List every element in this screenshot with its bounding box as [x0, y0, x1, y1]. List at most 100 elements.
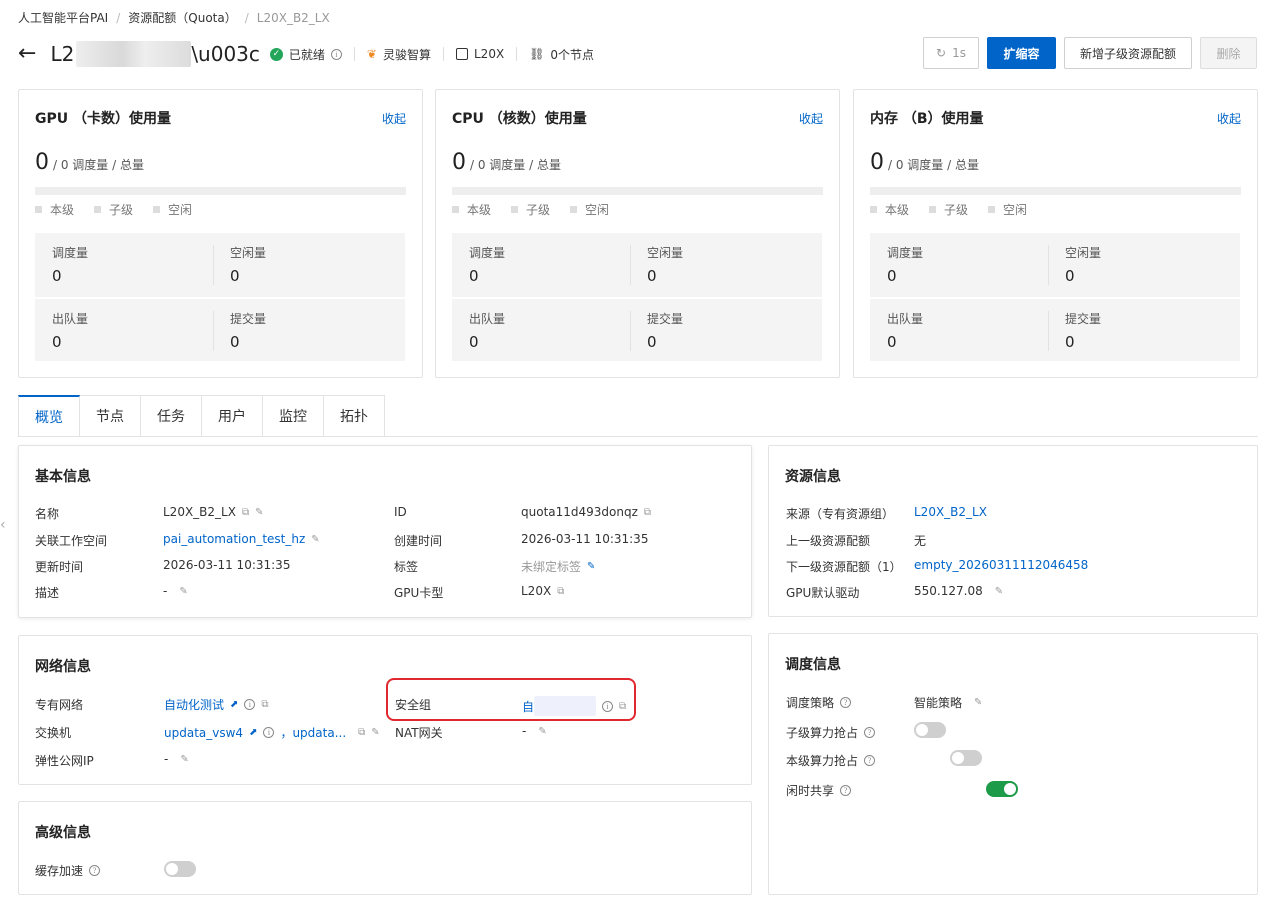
- stat-value: 0: [230, 333, 240, 351]
- nat-value: - ✎: [522, 724, 547, 738]
- field-label: 缓存加速: [35, 864, 84, 878]
- resource-info-card: 资源信息 来源（专有资源组） L20X_B2_LX 上一级资源配额 无 下一级资…: [768, 445, 1258, 617]
- refresh-button[interactable]: ↻ 1s: [923, 37, 979, 69]
- field-label: 交换机: [35, 726, 72, 740]
- node-link-icon: ⛓: [529, 47, 545, 61]
- help-icon[interactable]: ?: [89, 865, 101, 876]
- title-bar: ← L2 \u003c ✓ 已就绪 i ❦ 灵骏智算 L20X ⛓ 0个节点: [18, 40, 594, 68]
- edit-icon[interactable]: ✎: [538, 726, 546, 737]
- stat-cell: 调度量 0: [870, 233, 1048, 297]
- help-icon[interactable]: ?: [840, 785, 852, 796]
- redacted-title: [76, 41, 192, 67]
- external-link-icon[interactable]: ⬈: [249, 727, 257, 738]
- field-label: 闲时共享: [786, 784, 835, 798]
- tab-nodes[interactable]: 节点: [80, 395, 141, 437]
- tab-monitor[interactable]: 监控: [263, 395, 324, 437]
- usage-card-title: 内存 （B）使用量: [870, 111, 984, 127]
- usage-card: 内存 （B）使用量 收起 0 / 0 调度量 / 总量 本级 子级 空闲 调度量…: [853, 89, 1258, 378]
- section-title: 资源信息: [785, 469, 841, 485]
- copy-icon[interactable]: ⧉: [644, 507, 651, 518]
- tab-tasks[interactable]: 任务: [141, 395, 202, 437]
- breadcrumb-separator: /: [244, 10, 249, 25]
- page-title: L2: [50, 42, 75, 66]
- edit-icon[interactable]: ✎: [255, 507, 263, 518]
- copy-icon[interactable]: ⧉: [242, 507, 249, 518]
- tab-topology[interactable]: 拓扑: [324, 395, 385, 437]
- copy-icon[interactable]: ⧉: [358, 727, 365, 738]
- vswitch-link[interactable]: updata_vsw4: [164, 726, 243, 740]
- usage-value: 0: [452, 150, 466, 175]
- breadcrumb-pai[interactable]: 人工智能平台PAI: [18, 9, 108, 26]
- delete-button[interactable]: 删除: [1200, 37, 1257, 69]
- network-info-card: 网络信息 专有网络 自动化测试 ⬈ i ⧉ 交换机 updata_vsw4 ⬈ …: [18, 635, 752, 785]
- field-label: ID: [394, 505, 407, 519]
- stat-grid: 调度量 0 空闲量 0 出队量 0 提交量 0: [452, 233, 822, 361]
- edit-icon[interactable]: ✎: [180, 754, 188, 765]
- tab-bar: 概览 节点 任务 用户 监控 拓扑: [18, 395, 385, 437]
- edit-icon[interactable]: ✎: [311, 534, 319, 545]
- back-arrow-icon[interactable]: ←: [18, 43, 36, 65]
- stat-cell: 提交量 0: [630, 299, 808, 363]
- help-icon[interactable]: ?: [864, 727, 876, 738]
- tab-users[interactable]: 用户: [202, 395, 263, 437]
- name-value: L20X_B2_LX ⧉ ✎: [163, 505, 263, 519]
- edit-icon[interactable]: ✎: [587, 561, 595, 572]
- collapse-link[interactable]: 收起: [382, 110, 406, 127]
- nat-text: -: [522, 724, 527, 738]
- scale-button[interactable]: 扩缩容: [987, 37, 1056, 69]
- copy-icon[interactable]: ⧉: [261, 699, 268, 710]
- info-icon[interactable]: i: [244, 699, 256, 710]
- usage-summary: 0 / 0 调度量 / 总量: [35, 150, 144, 175]
- gpu-type-label: L20X: [474, 47, 505, 61]
- usage-bar: [870, 187, 1241, 195]
- cache-label: 缓存加速 ?: [35, 862, 101, 879]
- cache-toggle[interactable]: [164, 861, 196, 877]
- field-label: 关联工作空间: [35, 534, 108, 548]
- usage-subtext: / 0 调度量 / 总量: [53, 158, 144, 172]
- child-quota-link[interactable]: empty_20260311112046458: [914, 558, 1088, 572]
- info-icon[interactable]: i: [263, 727, 275, 738]
- help-icon[interactable]: ?: [864, 755, 876, 766]
- child-preempt-toggle[interactable]: [914, 722, 946, 738]
- stat-value: 0: [887, 333, 897, 351]
- info-icon[interactable]: i: [330, 48, 342, 60]
- stat-value: 0: [469, 267, 479, 285]
- divider: [353, 47, 355, 61]
- stat-label: 调度量: [469, 246, 506, 260]
- field-label: 子级算力抢占: [786, 726, 859, 740]
- driver-value: 550.127.08 ✎: [914, 584, 1003, 598]
- section-title: 基本信息: [35, 469, 91, 485]
- external-link-icon[interactable]: ⬈: [230, 699, 238, 710]
- workspace-value: pai_automation_test_hz ✎: [163, 532, 320, 546]
- stat-label: 提交量: [230, 312, 267, 326]
- workspace-link[interactable]: pai_automation_test_hz: [163, 532, 305, 546]
- vswitch-value: updata_vsw4 ⬈ i ，updata... ⧉ ✎: [164, 724, 380, 741]
- tab-divider: [18, 436, 1258, 437]
- edit-icon[interactable]: ✎: [179, 586, 187, 597]
- field-label: 下一级资源配额（1）: [786, 560, 902, 574]
- usage-summary: 0 / 0 调度量 / 总量: [870, 150, 979, 175]
- copy-icon[interactable]: ⧉: [557, 586, 564, 597]
- edit-icon[interactable]: ✎: [974, 697, 982, 708]
- page-title-suffix: \u003c: [191, 42, 260, 66]
- edit-icon[interactable]: ✎: [371, 727, 379, 738]
- collapse-link[interactable]: 收起: [799, 110, 823, 127]
- chevron-left-icon[interactable]: ‹: [0, 517, 10, 543]
- add-child-quota-button[interactable]: 新增子级资源配额: [1064, 37, 1192, 69]
- vswitch-link-more[interactable]: ，updata...: [280, 724, 346, 741]
- parent-quota: 无: [914, 534, 927, 548]
- breadcrumb-quota[interactable]: 资源配额（Quota）: [128, 9, 236, 26]
- source-link[interactable]: L20X_B2_LX: [914, 505, 987, 519]
- collapse-link[interactable]: 收起: [1217, 110, 1241, 127]
- self-preempt-toggle[interactable]: [949, 750, 982, 766]
- usage-card: GPU （卡数）使用量 收起 0 / 0 调度量 / 总量 本级 子级 空闲 调…: [18, 89, 423, 378]
- help-icon[interactable]: ?: [840, 697, 852, 708]
- legend-item: 空闲: [570, 201, 609, 218]
- stat-cell: 出队量 0: [35, 299, 213, 363]
- legend-item: 空闲: [153, 201, 192, 218]
- vpc-link[interactable]: 自动化测试: [164, 696, 224, 713]
- edit-icon[interactable]: ✎: [995, 586, 1003, 597]
- idle-share-toggle[interactable]: [985, 781, 1018, 797]
- stat-cell: 提交量 0: [1048, 299, 1226, 363]
- tab-overview[interactable]: 概览: [18, 395, 80, 437]
